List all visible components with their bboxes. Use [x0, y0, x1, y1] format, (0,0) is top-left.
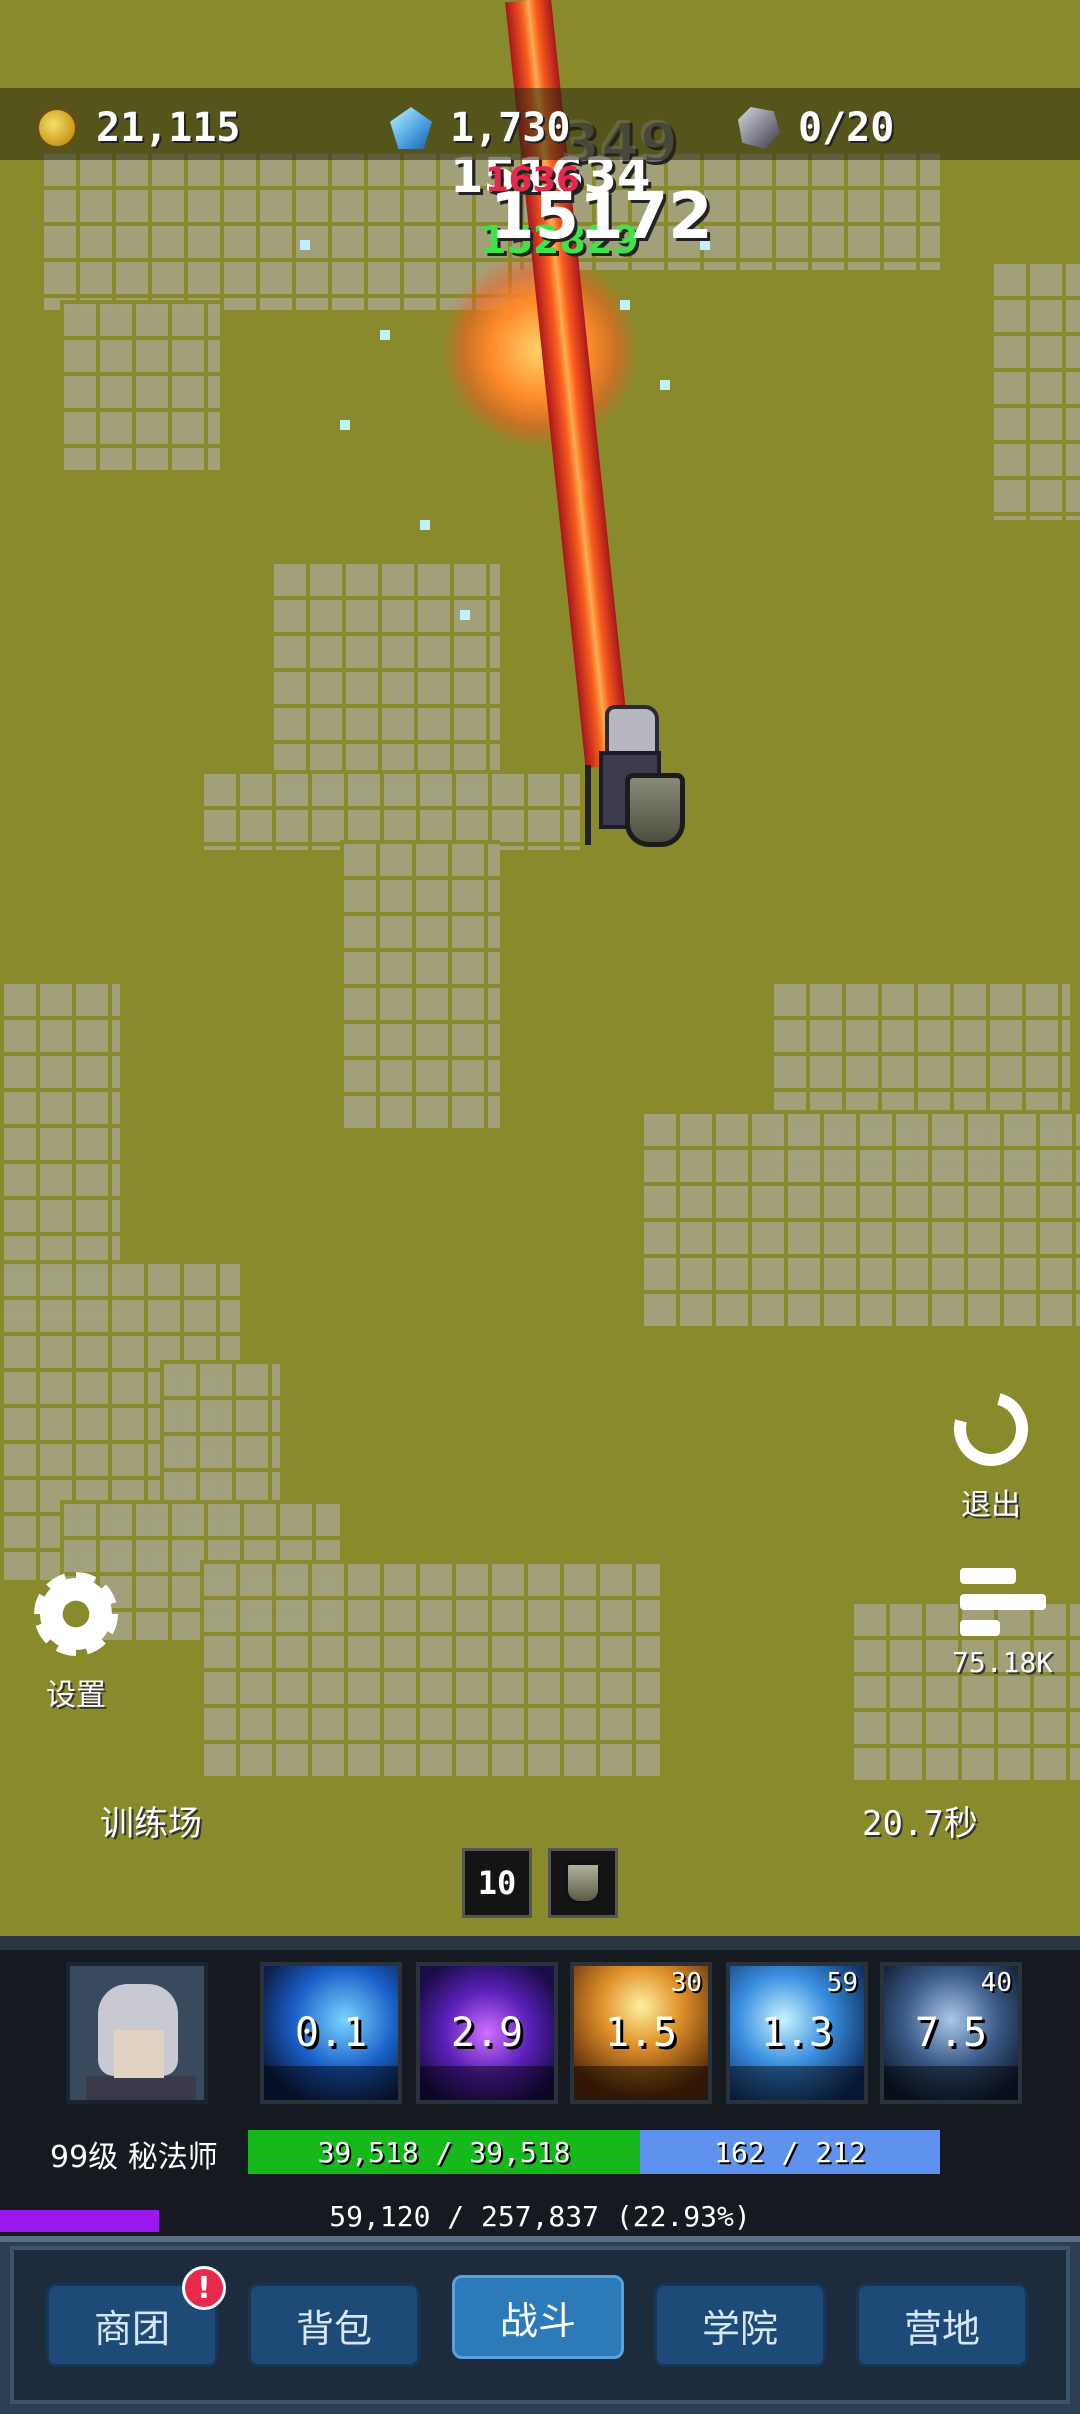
damage-number-main: 15172: [490, 180, 713, 254]
shield-icon: [625, 773, 685, 847]
ice-spark: [380, 330, 390, 340]
ice-spark: [300, 240, 310, 250]
gold-counter: 21,115: [36, 98, 241, 158]
nav-battle-button[interactable]: 战斗: [452, 2275, 624, 2359]
gear-icon: [34, 1572, 118, 1656]
shield-buff: [548, 1848, 618, 1918]
battlefield: 349 151634 1636 152829 15172: [0, 0, 1080, 1950]
hp-bar: 39,518 / 39,518: [248, 2130, 640, 2174]
hero-level-class: 99级 秘法师: [50, 2140, 218, 2175]
nav-academy-button[interactable]: 学院: [654, 2283, 826, 2367]
skill-slot-1[interactable]: 0.1: [260, 1962, 402, 2104]
stone-floor-tiles: [200, 1560, 660, 1780]
stone-floor-tiles: [200, 770, 580, 850]
settings-label: 设置: [46, 1678, 106, 1713]
blue-gem-icon: [390, 107, 432, 149]
staff-icon: [585, 765, 591, 845]
stone-floor-tiles: [160, 1360, 280, 1500]
ice-spark: [460, 610, 470, 620]
alert-badge-icon: !: [182, 2266, 226, 2310]
gold-value: 21,115: [96, 105, 241, 151]
gem-value: 1,730: [450, 105, 571, 151]
damage-stats-value: 75.18K: [952, 1646, 1054, 1679]
skill-level: 30: [670, 1968, 702, 1998]
exit-button[interactable]: 退出: [940, 1378, 1042, 1524]
skill-slot-5[interactable]: 7.5 40: [880, 1962, 1022, 2104]
stage-timer: 20.7秒: [862, 1804, 978, 1844]
stone-floor-tiles: [990, 260, 1080, 520]
damage-stats-icon: [959, 1568, 1046, 1636]
skill-cooldown: 0.1: [294, 2010, 368, 2056]
portrait-body: [86, 2076, 196, 2100]
stone-value: 0/20: [798, 105, 895, 151]
mp-text: 162 / 212: [714, 2135, 866, 2169]
gem-counter: 1,730: [390, 98, 570, 158]
ice-spark: [420, 520, 430, 530]
portrait-face: [114, 2030, 164, 2078]
stack-count-value: 10: [477, 1864, 517, 1902]
skill-level: 59: [826, 1968, 858, 1998]
hp-text: 39,518 / 39,518: [317, 2135, 571, 2169]
gold-coin-icon: [36, 107, 78, 149]
ore-stone-icon: [738, 107, 780, 149]
skill-level: 40: [980, 1968, 1012, 1998]
skill-slot-2[interactable]: 2.9: [416, 1962, 558, 2104]
stack-count-buff: 10: [462, 1848, 532, 1918]
hero-character: [585, 705, 685, 847]
skill-cooldown: 2.9: [450, 2010, 524, 2056]
stone-floor-tiles: [340, 840, 500, 1130]
restart-arrow-icon: [940, 1378, 1042, 1480]
xp-text: 59,120 / 257,837 (22.93%): [329, 2200, 751, 2233]
nav-camp-button[interactable]: 营地: [856, 2283, 1028, 2367]
nav-backpack-button[interactable]: 背包: [248, 2283, 420, 2367]
stage-name: 训练场: [100, 1804, 202, 1844]
ice-spark: [340, 420, 350, 430]
hero-portrait[interactable]: [66, 1962, 208, 2104]
ice-spark: [660, 380, 670, 390]
stone-floor-tiles: [60, 300, 220, 470]
skill-slot-4[interactable]: 1.3 59: [726, 1962, 868, 2104]
settings-button[interactable]: 设置: [34, 1572, 118, 1714]
stone-floor-tiles: [640, 1110, 1080, 1330]
ice-spark: [620, 300, 630, 310]
skill-slot-3[interactable]: 1.5 30: [570, 1962, 712, 2104]
damage-stats-button[interactable]: 75.18K: [952, 1568, 1053, 1679]
shield-buff-icon: [565, 1862, 601, 1904]
stone-counter: 0/20: [738, 98, 894, 158]
exit-label: 退出: [961, 1488, 1021, 1523]
mp-bar: 162 / 212: [640, 2130, 940, 2174]
